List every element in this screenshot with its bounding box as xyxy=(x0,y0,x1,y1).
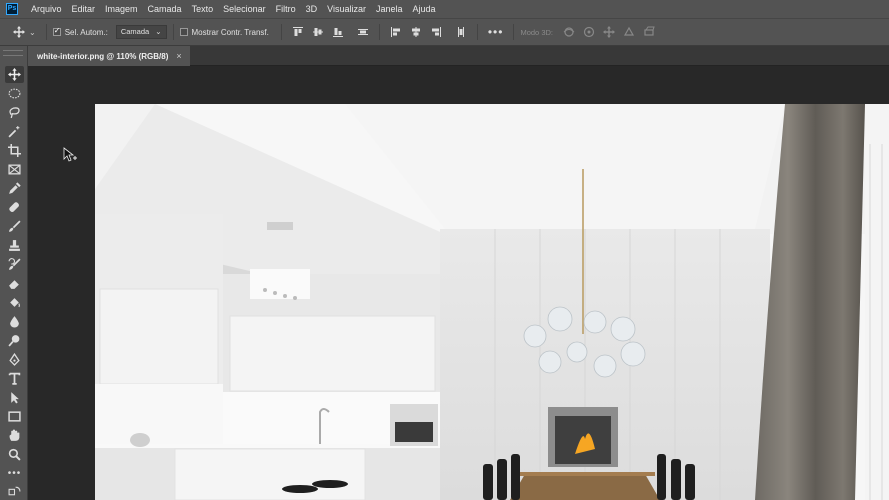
auto-select-target-dropdown[interactable]: Camada ⌄ xyxy=(115,25,167,39)
document-canvas[interactable] xyxy=(95,104,889,500)
slide-3d-icon[interactable] xyxy=(622,25,636,39)
more-tools-icon[interactable]: ••• xyxy=(5,465,24,482)
panel-grip[interactable] xyxy=(3,50,23,56)
frame-tool-icon[interactable] xyxy=(5,161,24,178)
document-tab-title: white-interior.png @ 110% (RGB/8) xyxy=(37,51,169,61)
eraser-icon[interactable] xyxy=(5,275,24,292)
menu-imagem[interactable]: Imagem xyxy=(100,0,143,18)
tools-panel: ••• xyxy=(0,46,28,500)
align-top-edges-icon[interactable] xyxy=(291,25,305,39)
distribute-horizontal-icon[interactable] xyxy=(454,25,468,39)
more-options-icon[interactable]: ••• xyxy=(488,25,504,39)
document-tab-bar: white-interior.png @ 110% (RGB/8) × xyxy=(28,46,889,66)
pen-tool-icon[interactable] xyxy=(5,351,24,368)
checkbox-icon xyxy=(52,26,61,36)
history-brush-icon[interactable] xyxy=(5,256,24,273)
brush-icon[interactable] xyxy=(5,218,24,235)
menu-3d[interactable]: 3D xyxy=(301,0,323,18)
menu-arquivo[interactable]: Arquivo xyxy=(26,0,67,18)
scale-3d-icon[interactable] xyxy=(642,25,656,39)
menu-selecionar[interactable]: Selecionar xyxy=(218,0,271,18)
mode-3d-label: Modo 3D: xyxy=(520,27,553,37)
interior-photo xyxy=(95,104,889,500)
auto-select-checkbox[interactable]: Sel. Autom.: xyxy=(52,26,108,37)
options-bar: ⌄ Sel. Autom.: Camada ⌄ Mostrar Contr. T… xyxy=(0,18,889,46)
pan-3d-icon[interactable] xyxy=(602,25,616,39)
move-tool-preset-icon[interactable] xyxy=(12,25,26,39)
menu-filtro[interactable]: Filtro xyxy=(271,0,301,18)
orbit-3d-icon[interactable] xyxy=(562,25,576,39)
show-transform-controls-checkbox[interactable]: Mostrar Contr. Transf. xyxy=(179,27,269,37)
preset-chevron-down-icon[interactable]: ⌄ xyxy=(29,28,36,37)
lasso-tool-icon[interactable] xyxy=(5,104,24,121)
move-tool-icon[interactable] xyxy=(5,66,24,83)
align-bottom-edges-icon[interactable] xyxy=(331,25,345,39)
separator xyxy=(476,24,478,40)
hand-tool-icon[interactable] xyxy=(5,427,24,444)
type-tool-icon[interactable] xyxy=(5,370,24,387)
healing-brush-icon[interactable] xyxy=(5,199,24,216)
distribute-vertical-icon[interactable] xyxy=(356,25,370,39)
mouse-pointer-icon xyxy=(63,147,77,162)
align-left-edges-icon[interactable] xyxy=(389,25,403,39)
zoom-tool-icon[interactable] xyxy=(5,446,24,463)
clone-stamp-icon[interactable] xyxy=(5,237,24,254)
checkbox-icon xyxy=(179,28,188,36)
menu-camada[interactable]: Camada xyxy=(143,0,187,18)
eyedropper-icon[interactable] xyxy=(5,180,24,197)
align-vertical-centers-icon[interactable] xyxy=(311,25,325,39)
auto-select-label: Sel. Autom.: xyxy=(64,27,108,37)
magic-wand-icon[interactable] xyxy=(5,123,24,140)
blur-tool-icon[interactable] xyxy=(5,313,24,330)
align-horizontal-centers-icon[interactable] xyxy=(409,25,423,39)
menu-janela[interactable]: Janela xyxy=(371,0,408,18)
separator xyxy=(280,24,282,40)
chevron-down-icon: ⌄ xyxy=(155,27,162,36)
menu-ajuda[interactable]: Ajuda xyxy=(408,0,441,18)
align-right-edges-icon[interactable] xyxy=(429,25,443,39)
show-transform-label: Mostrar Contr. Transf. xyxy=(191,27,269,37)
paint-bucket-icon[interactable] xyxy=(5,294,24,311)
crop-tool-icon[interactable] xyxy=(5,142,24,159)
document-tab[interactable]: white-interior.png @ 110% (RGB/8) × xyxy=(28,46,190,66)
separator xyxy=(378,24,380,40)
menu-texto[interactable]: Texto xyxy=(187,0,219,18)
menu-visualizar[interactable]: Visualizar xyxy=(322,0,371,18)
swap-colors-icon[interactable] xyxy=(5,483,24,500)
workspace[interactable] xyxy=(28,66,889,500)
photoshop-logo[interactable]: Ps xyxy=(6,3,18,15)
separator xyxy=(513,24,515,40)
menu-bar: Ps Arquivo Editar Imagem Camada Texto Se… xyxy=(0,0,889,18)
separator xyxy=(45,24,47,40)
dodge-tool-icon[interactable] xyxy=(5,332,24,349)
auto-select-target-value: Camada xyxy=(120,27,150,36)
close-tab-icon[interactable]: × xyxy=(176,51,181,61)
separator xyxy=(172,24,174,40)
marquee-tool-icon[interactable] xyxy=(5,85,24,102)
rectangle-tool-icon[interactable] xyxy=(5,408,24,425)
menu-editar[interactable]: Editar xyxy=(67,0,101,18)
path-selection-icon[interactable] xyxy=(5,389,24,406)
roll-3d-icon[interactable] xyxy=(582,25,596,39)
